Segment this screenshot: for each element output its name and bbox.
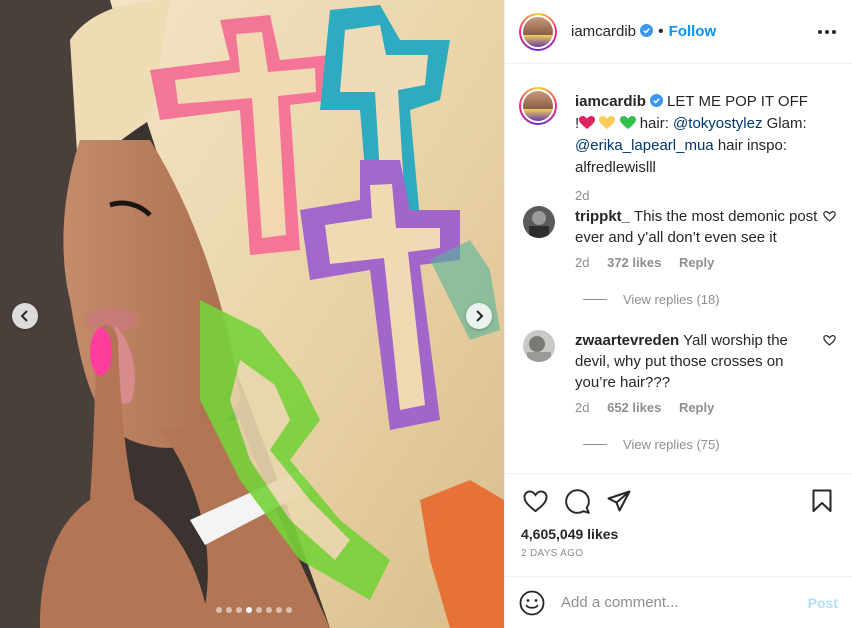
post-photo — [0, 0, 504, 628]
carousel-dot — [256, 607, 262, 613]
post-header: iamcardib • Follow — [505, 0, 852, 64]
commenter-avatar[interactable] — [523, 330, 555, 362]
carousel-dots — [216, 607, 292, 613]
caption-avatar[interactable] — [519, 87, 557, 125]
yellow-heart-icon — [599, 116, 616, 129]
caption-text-3: Glam: — [766, 115, 807, 132]
comments-section[interactable]: iamcardib LET ME POP IT OFF ! hair: @tok… — [505, 65, 852, 473]
verified-badge-icon — [649, 94, 663, 107]
view-replies-label: View replies (75) — [623, 437, 720, 452]
comment-button[interactable] — [563, 487, 591, 515]
comment-meta: 2d 652 likes Reply — [575, 400, 728, 415]
bookmark-icon — [812, 489, 832, 512]
carousel-dot — [276, 607, 282, 613]
verified-badge-icon — [640, 24, 654, 37]
add-comment-bar: Post — [505, 576, 852, 628]
reply-button[interactable]: Reply — [679, 255, 714, 270]
comment-input[interactable] — [561, 594, 808, 611]
comment-like-icon[interactable] — [823, 334, 836, 347]
carousel-dot — [226, 607, 232, 613]
comment-text: trippkt_ This the most demonic post ever… — [575, 206, 820, 248]
follow-button[interactable]: Follow — [669, 23, 717, 40]
save-button[interactable] — [808, 487, 836, 515]
mention-link[interactable]: @tokyostylez — [673, 115, 762, 132]
carousel-dot — [266, 607, 272, 613]
comment-icon — [564, 488, 590, 514]
comment-like-icon[interactable] — [823, 210, 836, 223]
avatar[interactable] — [519, 12, 557, 51]
comment-time[interactable]: 2d — [575, 400, 589, 415]
action-bar — [521, 474, 836, 528]
comment-meta: 2d 372 likes Reply — [575, 255, 728, 270]
green-heart-icon — [619, 116, 636, 129]
view-replies-button[interactable]: View replies (75) — [583, 437, 720, 452]
avatar-image — [523, 16, 553, 47]
next-image-button[interactable] — [466, 303, 492, 329]
carousel-dot — [236, 607, 242, 613]
reply-button[interactable]: Reply — [679, 400, 714, 415]
red-heart-icon — [579, 116, 596, 129]
post-actions: 4,605,049 likes 2 DAYS AGO — [505, 473, 852, 575]
caption-body: iamcardib LET ME POP IT OFF ! hair: @tok… — [575, 91, 815, 207]
replies-divider — [583, 444, 607, 445]
post-panel: iamcardib • Follow iamcardib LET ME POP … — [504, 0, 852, 628]
post-comment-button[interactable]: Post — [808, 595, 838, 611]
comment-text: zwaartevreden Yall worship the devil, wh… — [575, 330, 820, 393]
post-caption: iamcardib LET ME POP IT OFF ! hair: @tok… — [519, 77, 838, 207]
caption-time[interactable]: 2d — [575, 185, 815, 207]
comment-time[interactable]: 2d — [575, 255, 589, 270]
heart-icon — [523, 489, 547, 512]
replies-divider — [583, 299, 607, 300]
avatar-image — [523, 91, 553, 121]
carousel-dot — [286, 607, 292, 613]
view-replies-label: View replies (18) — [623, 292, 720, 307]
comment-username[interactable]: zwaartevreden — [575, 332, 679, 349]
view-replies-button[interactable]: View replies (18) — [583, 292, 720, 307]
share-icon — [607, 490, 631, 512]
commenter-avatar[interactable] — [523, 206, 555, 238]
mention-link[interactable]: @erika_lapearl_mua — [575, 137, 714, 154]
emoji-icon[interactable] — [519, 590, 545, 616]
comment-username[interactable]: trippkt_ — [575, 208, 630, 225]
likes-count[interactable]: 4,605,049 likes — [521, 526, 836, 542]
post-time[interactable]: 2 DAYS AGO — [521, 548, 836, 559]
header-username[interactable]: iamcardib — [571, 23, 654, 40]
caption-text-2: hair: — [639, 115, 669, 132]
like-button[interactable] — [521, 487, 549, 515]
carousel-dot — [246, 607, 252, 613]
carousel-dot — [216, 607, 222, 613]
comment-likes[interactable]: 372 likes — [607, 255, 661, 270]
previous-image-button[interactable] — [12, 303, 38, 329]
caption-username[interactable]: iamcardib — [575, 93, 646, 110]
chevron-left-icon — [20, 310, 28, 322]
header-separator: • — [658, 22, 664, 40]
post-media[interactable] — [0, 0, 504, 628]
more-options-icon[interactable] — [816, 24, 838, 40]
comment-likes[interactable]: 652 likes — [607, 400, 661, 415]
share-button[interactable] — [605, 487, 633, 515]
chevron-right-icon — [476, 310, 484, 322]
